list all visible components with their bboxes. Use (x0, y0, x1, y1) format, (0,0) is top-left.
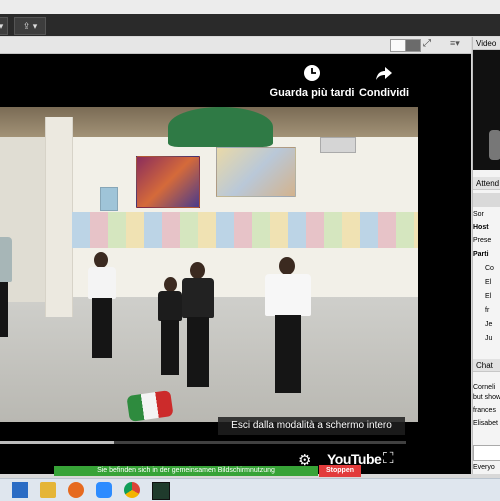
share-viewer-header: ⤢ ≡▾ (0, 37, 471, 54)
video-thumbnail (473, 50, 500, 170)
file-explorer-icon[interactable] (40, 482, 56, 498)
wall-painting (216, 147, 296, 197)
hosts-group[interactable]: Host (473, 222, 500, 233)
wall-decoration (168, 107, 273, 147)
video-panel-header[interactable]: Video (473, 37, 500, 50)
video-frame (0, 107, 418, 422)
wall-posters-row (72, 212, 418, 248)
share-arrow-icon (376, 67, 392, 80)
chat-line: but show (473, 394, 500, 401)
start-windows-icon[interactable] (12, 482, 28, 498)
camera-person (489, 130, 500, 160)
video-progress-fill (0, 441, 114, 444)
chat-line: frances (473, 407, 496, 414)
participant-item[interactable]: fr (473, 305, 500, 316)
firefox-icon[interactable] (68, 482, 84, 498)
video-progress-bar[interactable] (0, 441, 406, 444)
chrome-icon[interactable] (124, 482, 140, 498)
zoom-icon[interactable] (96, 482, 112, 498)
exit-fullscreen-icon[interactable]: ⛶ (383, 450, 394, 467)
taskbar (0, 478, 500, 501)
exit-fullscreen-tooltip: Esci dalla modalità a schermo intero (218, 417, 405, 435)
app-toolbar: ▾ ⇪ ▾ (0, 14, 500, 36)
right-panel: Video Attend Sor Host Prese Parti Co El … (472, 37, 500, 474)
sort-row[interactable]: Sor (473, 209, 500, 220)
app-top-strip (0, 0, 500, 15)
presenter-row[interactable]: Prese (473, 235, 500, 246)
clock-icon (304, 65, 320, 81)
wall-sheet (100, 187, 118, 211)
share-button[interactable]: Condividi (356, 64, 412, 99)
chat-to-select[interactable]: Everyo (473, 462, 500, 473)
attendees-header[interactable]: Attend (473, 177, 500, 190)
toolbar-dropdown-button[interactable]: ▾ (0, 17, 8, 35)
layout-single-button[interactable] (390, 39, 406, 52)
participant-item[interactable]: El (473, 277, 500, 288)
chat-input[interactable] (473, 445, 500, 461)
air-conditioner (320, 137, 356, 153)
participant-item[interactable]: Co (473, 263, 500, 274)
watch-later-label: Guarda più tardi (269, 87, 355, 99)
share-screen-button[interactable]: ⇪ ▾ (14, 17, 46, 35)
options-menu-icon[interactable]: ≡▾ (450, 38, 460, 49)
layout-split-button[interactable] (405, 39, 421, 52)
chat-line: Elisabet (473, 420, 498, 427)
participants-group[interactable]: Parti (473, 249, 500, 260)
wall-poster (136, 156, 200, 208)
sharing-status-banner[interactable]: Sie befinden sich in der gemeinsamen Bil… (54, 466, 318, 476)
pillar (45, 117, 73, 317)
participant-item[interactable]: Je (473, 319, 500, 330)
stop-sharing-button[interactable]: Stoppen (319, 465, 361, 477)
share-label: Condividi (358, 87, 410, 99)
attendee-toolbar[interactable] (473, 193, 500, 207)
app-icon[interactable] (152, 482, 170, 500)
participant-item[interactable]: El (473, 291, 500, 302)
participant-item[interactable]: Ju (473, 333, 500, 344)
chat-header[interactable]: Chat (473, 359, 500, 372)
watch-later-button[interactable]: Guarda più tardi (268, 64, 356, 99)
share-screen-icon: ⇪ ▾ (22, 21, 38, 31)
shared-video[interactable]: Guarda più tardi Condividi Esci dalla mo… (0, 54, 471, 474)
fullscreen-icon[interactable]: ⤢ (423, 38, 431, 49)
